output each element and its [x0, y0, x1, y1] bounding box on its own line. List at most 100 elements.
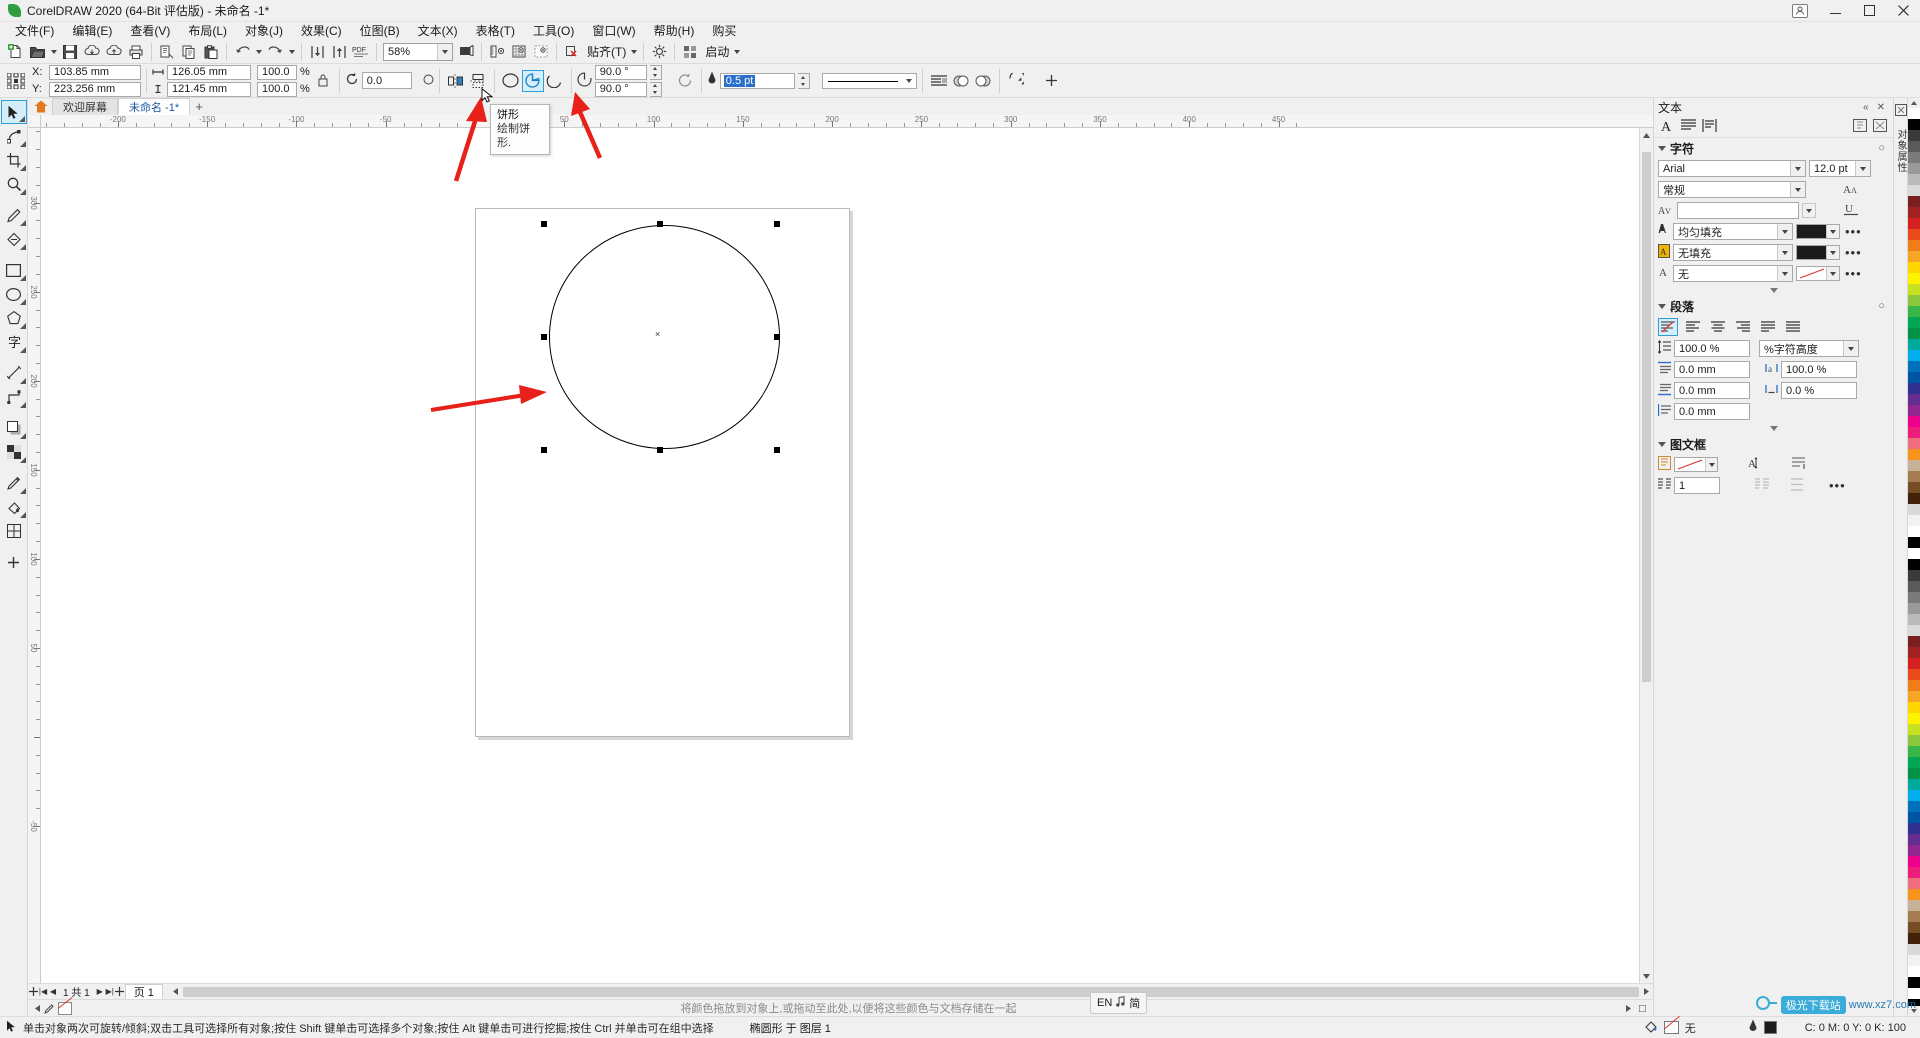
- background-fill-combo[interactable]: 无填充: [1673, 244, 1793, 261]
- palette-swatch[interactable]: [1908, 790, 1920, 801]
- cut-icon[interactable]: [156, 41, 178, 63]
- y-coordinate-input[interactable]: 223.256 mm: [49, 81, 141, 97]
- docker-pin-icon[interactable]: «: [1859, 102, 1873, 113]
- canvas-vertical-scrollbar[interactable]: [1639, 128, 1653, 983]
- rotation-angle-input[interactable]: 0.0: [361, 72, 412, 89]
- line-spacing-unit-caret-icon[interactable]: [1843, 341, 1858, 356]
- line-spacing-input[interactable]: 100.0 %: [1674, 340, 1750, 357]
- palette-swatch[interactable]: [1908, 537, 1920, 548]
- copy-icon[interactable]: [178, 41, 200, 63]
- color-eyedropper-tool[interactable]: [1, 471, 27, 495]
- palette-swatch[interactable]: [1908, 526, 1920, 537]
- underline-icon[interactable]: U: [1843, 202, 1859, 219]
- fill-color-swatch[interactable]: [1796, 224, 1840, 239]
- start-angle-input[interactable]: 90.0 °: [594, 64, 647, 80]
- character-expand-bar[interactable]: [1654, 284, 1893, 296]
- palette-swatch[interactable]: [1908, 482, 1920, 493]
- maximize-button[interactable]: [1852, 0, 1886, 22]
- customize-toolbox-button[interactable]: [1, 550, 27, 574]
- launch-apps-icon[interactable]: [679, 41, 701, 63]
- palette-swatch[interactable]: [1908, 471, 1920, 482]
- font-style-caret-icon[interactable]: [1790, 182, 1805, 197]
- interactive-fill-tool[interactable]: [1, 495, 27, 519]
- align-right-icon[interactable]: [1733, 318, 1753, 336]
- selection-handle-n[interactable]: [657, 221, 663, 227]
- page-tab-1[interactable]: 页 1: [124, 984, 163, 999]
- scale-height-input[interactable]: 100.0: [257, 81, 297, 97]
- palette-swatch[interactable]: [1908, 273, 1920, 284]
- launch-dropdown-caret-icon[interactable]: [731, 41, 742, 63]
- palette-swatch[interactable]: [1908, 746, 1920, 757]
- font-style-combo[interactable]: 常规: [1658, 181, 1806, 198]
- palette-swatch[interactable]: [1908, 328, 1920, 339]
- add-document-tab-button[interactable]: +: [190, 98, 208, 115]
- connector-tool[interactable]: [1, 385, 27, 409]
- palette-swatch[interactable]: [1908, 922, 1920, 933]
- font-size-caret-icon[interactable]: [1855, 161, 1870, 176]
- show-rulers-icon[interactable]: [486, 41, 508, 63]
- freehand-tool[interactable]: [1, 203, 27, 227]
- selection-handle-sw[interactable]: [541, 447, 547, 453]
- palette-swatch[interactable]: [1908, 614, 1920, 625]
- palette-swatch[interactable]: [1908, 174, 1920, 185]
- text-wrap-icon[interactable]: [928, 70, 950, 92]
- open-dropdown-caret-icon[interactable]: [48, 41, 59, 63]
- drop-shadow-tool[interactable]: [1, 416, 27, 440]
- scroll-up-button[interactable]: [1640, 128, 1653, 142]
- status-outline-swatch[interactable]: [1763, 1021, 1777, 1034]
- options-gear-icon[interactable]: [648, 41, 670, 63]
- kerning-toggle-icon[interactable]: [1802, 203, 1816, 218]
- user-account-icon[interactable]: [1792, 3, 1808, 18]
- vertical-ruler[interactable]: -50 50 100 150 200 250 300: [28, 128, 41, 983]
- convert-to-curves-icon[interactable]: [1005, 70, 1027, 92]
- palette-swatch[interactable]: [1908, 339, 1920, 350]
- palette-swatch[interactable]: [1908, 317, 1920, 328]
- object-properties-tab-icon[interactable]: [1894, 104, 1907, 119]
- menu-buy[interactable]: 购买: [703, 22, 745, 40]
- palette-swatch[interactable]: [1908, 779, 1920, 790]
- scroll-left-button[interactable]: [168, 984, 183, 999]
- selection-handle-nw[interactable]: [541, 221, 547, 227]
- text-options-icon[interactable]: [1873, 118, 1887, 135]
- palette-prev-icon[interactable]: [32, 1001, 42, 1015]
- x-coordinate-input[interactable]: 103.85 mm: [49, 64, 141, 80]
- mesh-fill-tool[interactable]: [1, 519, 27, 543]
- after-paragraph-input[interactable]: 0.0 mm: [1674, 382, 1750, 399]
- palette-swatch[interactable]: [1908, 823, 1920, 834]
- palette-swatch[interactable]: [1908, 911, 1920, 922]
- object-width-input[interactable]: 126.05 mm: [167, 64, 251, 80]
- to-front-icon[interactable]: [950, 70, 972, 92]
- menu-tools[interactable]: 工具(O): [524, 22, 583, 40]
- polygon-tool[interactable]: [1, 306, 27, 330]
- frame-color-icon[interactable]: [1658, 456, 1671, 473]
- palette-swatch[interactable]: [1908, 251, 1920, 262]
- character-section-header[interactable]: 字符 ○: [1654, 138, 1893, 158]
- palette-swatch[interactable]: [1908, 185, 1920, 196]
- minimize-button[interactable]: [1818, 0, 1852, 22]
- scale-width-input[interactable]: 100.0: [257, 64, 297, 80]
- palette-swatch[interactable]: [1908, 768, 1920, 779]
- outline-width-spinner[interactable]: [797, 72, 810, 89]
- frame-collapse-arrow-icon[interactable]: [1658, 441, 1666, 447]
- save-icon[interactable]: [59, 41, 81, 63]
- mirror-horizontally-icon[interactable]: [445, 70, 467, 92]
- frame-outline-swatch[interactable]: [1674, 457, 1718, 472]
- outline-combo[interactable]: 无: [1673, 265, 1793, 282]
- page-last-button[interactable]: ▶|: [105, 985, 115, 999]
- pick-tool[interactable]: [0, 100, 27, 124]
- paragraph-collapse-arrow-icon[interactable]: [1658, 303, 1666, 309]
- menu-effects[interactable]: 效果(C): [292, 22, 351, 40]
- redo-dropdown-caret-icon[interactable]: [286, 41, 297, 63]
- export-icon[interactable]: [328, 41, 350, 63]
- selection-handle-w[interactable]: [541, 334, 547, 340]
- palette-swatch[interactable]: [1908, 119, 1920, 130]
- artistic-text-icon[interactable]: A: [1660, 118, 1675, 136]
- word-spacing-input[interactable]: 0.0 %: [1781, 382, 1857, 399]
- snap-label[interactable]: 贴齐(T): [583, 43, 628, 60]
- palette-swatch[interactable]: [1908, 130, 1920, 141]
- palette-swatch[interactable]: [1908, 207, 1920, 218]
- horizontal-scroll-thumb[interactable]: [182, 986, 1639, 997]
- color-palette[interactable]: [1907, 98, 1920, 1016]
- rotation-center-icon[interactable]: [423, 74, 434, 88]
- menu-help[interactable]: 帮助(H): [645, 22, 704, 40]
